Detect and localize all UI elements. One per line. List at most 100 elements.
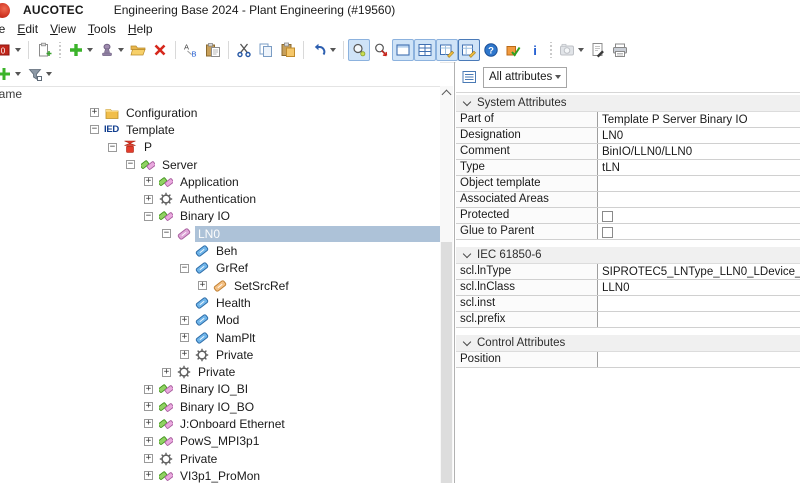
- tree-item-label[interactable]: GrRef: [213, 260, 251, 276]
- stamp-dropdown-icon[interactable]: [118, 48, 124, 52]
- scroll-up-icon[interactable]: [440, 86, 453, 100]
- tree-item-label[interactable]: SetSrcRef: [231, 278, 292, 294]
- collapse-icon[interactable]: −: [162, 229, 171, 238]
- tree-item-binary-io-bi[interactable]: + Binary IO_BI: [0, 381, 440, 398]
- expand-icon[interactable]: +: [144, 402, 153, 411]
- info-button[interactable]: i: [524, 39, 546, 61]
- tree-item-label[interactable]: PowS_MPI3p1: [177, 433, 262, 449]
- paste-button[interactable]: [277, 39, 299, 61]
- tree-item-label[interactable]: Configuration: [123, 105, 200, 121]
- add-tree-item-button[interactable]: [0, 63, 15, 85]
- snapshot-dropdown-icon[interactable]: [578, 48, 584, 52]
- section-header-iec-61850-6[interactable]: IEC 61850-6: [456, 247, 800, 264]
- worksheet-grid-button[interactable]: [414, 39, 436, 61]
- tree-item-label[interactable]: J:Onboard Ethernet: [177, 416, 288, 432]
- tree-item-private[interactable]: +Private: [0, 450, 440, 467]
- properties-window-button[interactable]: [392, 39, 414, 61]
- tree-item-mod[interactable]: +Mod: [0, 312, 440, 329]
- print-button[interactable]: [609, 39, 631, 61]
- tree-item-server[interactable]: − Server: [0, 156, 440, 173]
- expand-icon[interactable]: +: [144, 471, 153, 480]
- expand-icon[interactable]: +: [144, 419, 153, 428]
- tree-item-label[interactable]: Application: [177, 174, 242, 190]
- tree-item-private[interactable]: +Private: [0, 363, 440, 380]
- tree-item-pows-mpi3p1[interactable]: +PowS_MPI3p1: [0, 433, 440, 450]
- tree-item-label[interactable]: Template: [123, 122, 178, 138]
- expand-icon[interactable]: +: [90, 108, 99, 117]
- tree-item-binary-io-bo[interactable]: + Binary IO_BO: [0, 398, 440, 415]
- tree-item-template[interactable]: −IEDTemplate: [0, 121, 440, 138]
- tree-item-label[interactable]: Binary IO_BI: [177, 381, 251, 397]
- checkbox-unchecked[interactable]: [602, 211, 613, 222]
- attr-value[interactable]: [598, 296, 800, 311]
- attr-value[interactable]: LN0: [598, 128, 800, 143]
- menu-view[interactable]: View: [44, 21, 82, 37]
- section-header-system-attributes[interactable]: System Attributes: [456, 95, 800, 112]
- tree-item-ln0[interactable]: −LN0: [0, 225, 440, 242]
- tree-item-label[interactable]: NamPlt: [213, 330, 258, 346]
- tree-item-configuration[interactable]: + Configuration: [0, 104, 440, 121]
- tree-item-namplt[interactable]: +NamPlt: [0, 329, 440, 346]
- menu-tools[interactable]: Tools: [82, 21, 122, 37]
- tree-item-label[interactable]: Authentication: [177, 191, 259, 207]
- object-color-button[interactable]: 0: [0, 39, 15, 61]
- undo-button[interactable]: [308, 39, 330, 61]
- expand-icon[interactable]: +: [180, 350, 189, 359]
- expand-icon[interactable]: +: [144, 385, 153, 394]
- attr-value[interactable]: tLN: [598, 160, 800, 175]
- check-status-button[interactable]: [502, 39, 524, 61]
- pane-splitter[interactable]: [454, 62, 455, 483]
- tree-item-label[interactable]: Beh: [213, 243, 240, 259]
- copy-button[interactable]: [255, 39, 277, 61]
- tree-item-label[interactable]: Health: [213, 295, 254, 311]
- filter-dropdown-icon[interactable]: [46, 72, 52, 76]
- collapse-icon[interactable]: −: [126, 160, 135, 169]
- expand-icon[interactable]: +: [162, 368, 171, 377]
- attr-value[interactable]: [598, 176, 800, 191]
- grid-edit-button[interactable]: [436, 39, 458, 61]
- tree-item-j-onboard-ethernet[interactable]: + J:Onboard Ethernet: [0, 415, 440, 432]
- tree-scrollbar[interactable]: [440, 86, 453, 483]
- undo-dropdown-icon[interactable]: [330, 48, 336, 52]
- paste-special-button[interactable]: [202, 39, 224, 61]
- rename-button[interactable]: AB: [180, 39, 202, 61]
- tree-item-label[interactable]: Server: [159, 157, 200, 173]
- tree-item-setsrcref[interactable]: + SetSrcRef: [0, 277, 440, 294]
- collapse-icon[interactable]: −: [180, 264, 189, 273]
- section-header-control-attributes[interactable]: Control Attributes: [456, 335, 800, 352]
- tree-item-binary-io[interactable]: −Binary IO: [0, 208, 440, 225]
- snapshot-button[interactable]: [556, 39, 578, 61]
- menu-edit[interactable]: Edit: [11, 21, 44, 37]
- tree-item-label[interactable]: VI3p1_ProMon: [177, 468, 263, 483]
- expand-icon[interactable]: +: [144, 177, 153, 186]
- zoom-selection-button[interactable]: [370, 39, 392, 61]
- tree-item-label[interactable]: Private: [213, 347, 256, 363]
- zoom-button[interactable]: [348, 39, 370, 61]
- expand-icon[interactable]: +: [144, 195, 153, 204]
- attr-value[interactable]: [598, 312, 800, 327]
- attribute-filter-select[interactable]: All attributes: [483, 67, 567, 88]
- tree-item-label[interactable]: Binary IO_BO: [177, 399, 257, 415]
- delete-button[interactable]: [149, 39, 171, 61]
- tree-item-health[interactable]: Health: [0, 294, 440, 311]
- tree-item-label[interactable]: Mod: [213, 312, 242, 328]
- attr-value[interactable]: [598, 224, 800, 239]
- tree-item-beh[interactable]: Beh: [0, 242, 440, 259]
- menu-file[interactable]: File: [0, 21, 11, 37]
- filter-button[interactable]: [24, 63, 46, 85]
- add-object-button[interactable]: [65, 39, 87, 61]
- attr-value[interactable]: [598, 352, 800, 367]
- attr-value[interactable]: SIPROTEC5_LNType_LLN0_LDevice_Generic: [598, 264, 800, 279]
- object-color-dropdown-icon[interactable]: [15, 48, 21, 52]
- tree-item-label[interactable]: Private: [177, 451, 220, 467]
- collapse-icon[interactable]: −: [90, 125, 99, 134]
- tree-item-label[interactable]: Binary IO: [177, 208, 233, 224]
- tree-item-vi3p1-promon[interactable]: + VI3p1_ProMon: [0, 467, 440, 483]
- cut-button[interactable]: [233, 39, 255, 61]
- attr-value[interactable]: BinIO/LLN0/LLN0: [598, 144, 800, 159]
- checkbox-unchecked[interactable]: [602, 227, 613, 238]
- open-button[interactable]: [127, 39, 149, 61]
- expand-icon[interactable]: +: [198, 281, 207, 290]
- scrollbar-thumb[interactable]: [441, 242, 452, 483]
- report-edit-button[interactable]: [587, 39, 609, 61]
